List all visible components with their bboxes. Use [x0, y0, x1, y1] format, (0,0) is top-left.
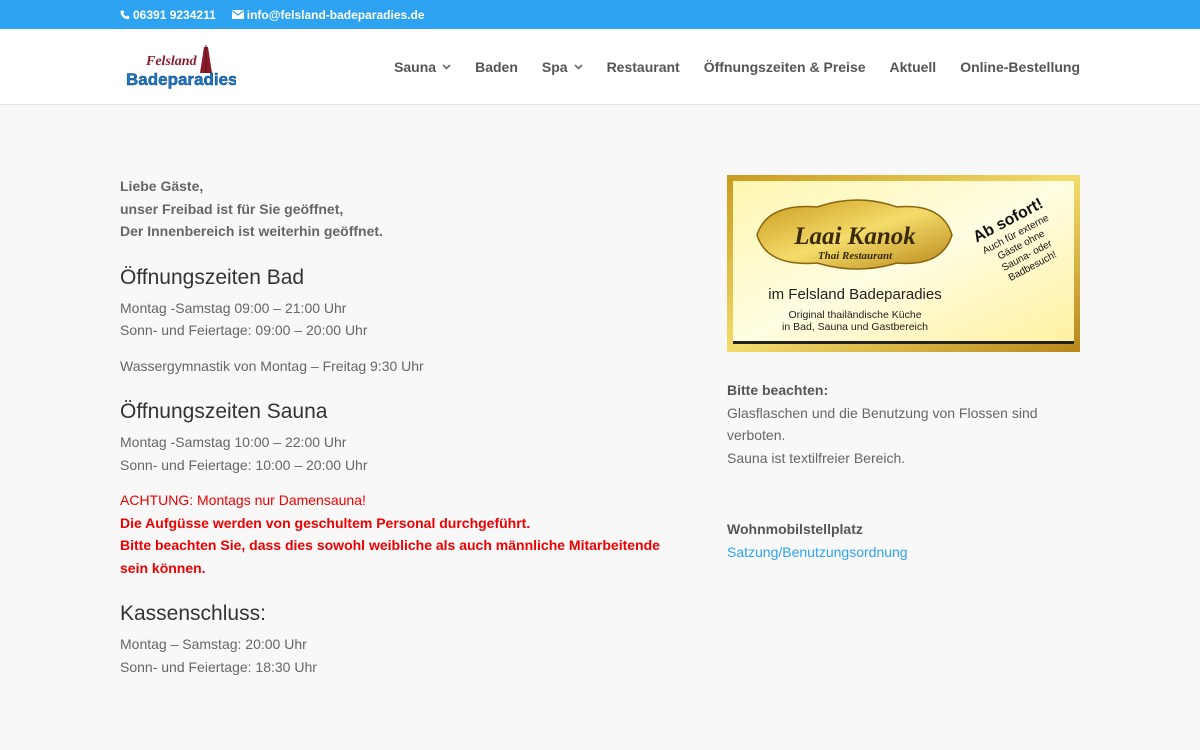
banner-desc-1: Original thailändische Küche: [788, 309, 921, 321]
sauna-warning-ladies: ACHTUNG: Montags nur Damensauna!: [120, 492, 366, 508]
nav-item-spa[interactable]: Spa: [542, 59, 583, 75]
bad-hours-holiday: Sonn- und Feiertage: 09:00 – 20:00 Uhr: [120, 322, 368, 338]
sauna-hours-weekday: Montag -Samstag 10:00 – 22:00 Uhr: [120, 434, 347, 450]
notice-label: Bitte beachten:: [727, 382, 829, 398]
bad-hours-weekday: Montag -Samstag 09:00 – 21:00 Uhr: [120, 299, 347, 316]
nav-item-baden[interactable]: Baden: [475, 59, 518, 75]
intro-line-2: unser Freibad ist für Sie geöffnet,: [120, 200, 344, 217]
main-content: Liebe Gäste, unser Freibad ist für Sie g…: [120, 175, 680, 678]
mail-icon: [231, 10, 244, 19]
sauna-heading: Öffnungszeiten Sauna: [120, 400, 328, 423]
nav-item-label: Spa: [541, 59, 568, 75]
nav-item-online-bestellung[interactable]: Online-Bestellung: [960, 59, 1080, 75]
nav-item-label: Baden: [475, 59, 518, 75]
site-logo[interactable]: Felsland Badeparadies: [126, 43, 238, 91]
nav-item-label: Online-Bestellung: [960, 59, 1080, 75]
notice-line-2: Sauna ist textilfreier Bereich.: [727, 449, 906, 466]
sidebar: Laai Kanok Thai Restaurant im Felsland B…: [727, 175, 1080, 563]
intro-line-1: Liebe Gäste,: [120, 178, 204, 194]
banner-restaurant-sub: Thai Restaurant: [818, 250, 893, 262]
bad-heading: Öffnungszeiten Bad: [120, 265, 305, 289]
email-address[interactable]: info@felsland-badeparadies.de: [247, 8, 425, 22]
chevron-down-icon: [442, 64, 451, 70]
phone-contact[interactable]: 06391 9234211: [120, 8, 216, 22]
water-gym-info: Wassergymnastik von Montag – Freitag 9:3…: [120, 357, 424, 374]
banner-restaurant-name: Laai Kanok: [793, 223, 916, 250]
intro-line-3: Der Innenbereich ist weiterhin geöffnet.: [120, 223, 383, 239]
nav-item-sauna[interactable]: Sauna: [394, 59, 451, 75]
nav-item-label: Aktuell: [889, 59, 937, 75]
phone-number[interactable]: 06391 9234211: [133, 8, 216, 22]
camper-rules-link[interactable]: Satzung/Benutzungsordnung: [727, 544, 908, 560]
main-header: Felsland Badeparadies Sauna Baden Spa Resta…: [0, 29, 1200, 105]
phone-icon: [120, 10, 130, 19]
chevron-down-icon: [573, 64, 583, 70]
kasse-holiday: Sonn- und Feiertage: 18:30 Uhr: [120, 658, 317, 675]
svg-text:Felsland: Felsland: [145, 54, 198, 69]
top-bar: 06391 9234211 info@felsland-badeparadies…: [0, 0, 1200, 29]
banner-desc-2: in Bad, Sauna und Gastbereich: [782, 321, 928, 333]
main-navigation: Sauna Baden Spa Restaurant Öffnungszeiten & …: [370, 29, 1080, 105]
kasse-weekday: Montag – Samstag: 20:00 Uhr: [120, 636, 307, 652]
kasse-heading: Kassenschluss:: [120, 602, 266, 625]
sauna-warning-staff: Die Aufgüsse werden von geschultem Perso…: [120, 514, 531, 531]
camper-label: Wohnmobilstellplatz: [727, 521, 863, 537]
sauna-warning-gender: Bitte beachten Sie, dass dies sowohl wei…: [120, 537, 660, 576]
banner-place: im Felsland Badeparadies: [768, 286, 941, 303]
nav-item-aktuell[interactable]: Aktuell: [890, 59, 937, 75]
svg-text:Badeparadies: Badeparadies: [126, 70, 236, 89]
nav-item-restaurant[interactable]: Restaurant: [607, 59, 680, 75]
nav-item-öffnungszeiten-preise[interactable]: Öffnungszeiten & Preise: [704, 59, 866, 75]
nav-item-label: Restaurant: [606, 59, 680, 75]
sauna-hours-holiday: Sonn- und Feiertage: 10:00 – 20:00 Uhr: [120, 456, 368, 473]
nav-item-label: Öffnungszeiten & Preise: [703, 59, 866, 75]
restaurant-banner[interactable]: Laai Kanok Thai Restaurant im Felsland B…: [727, 175, 1080, 352]
notice-line-1: Glasflaschen und die Benutzung von Floss…: [727, 404, 1038, 444]
nav-item-label: Sauna: [394, 59, 437, 75]
email-contact[interactable]: info@felsland-badeparadies.de: [231, 8, 425, 22]
